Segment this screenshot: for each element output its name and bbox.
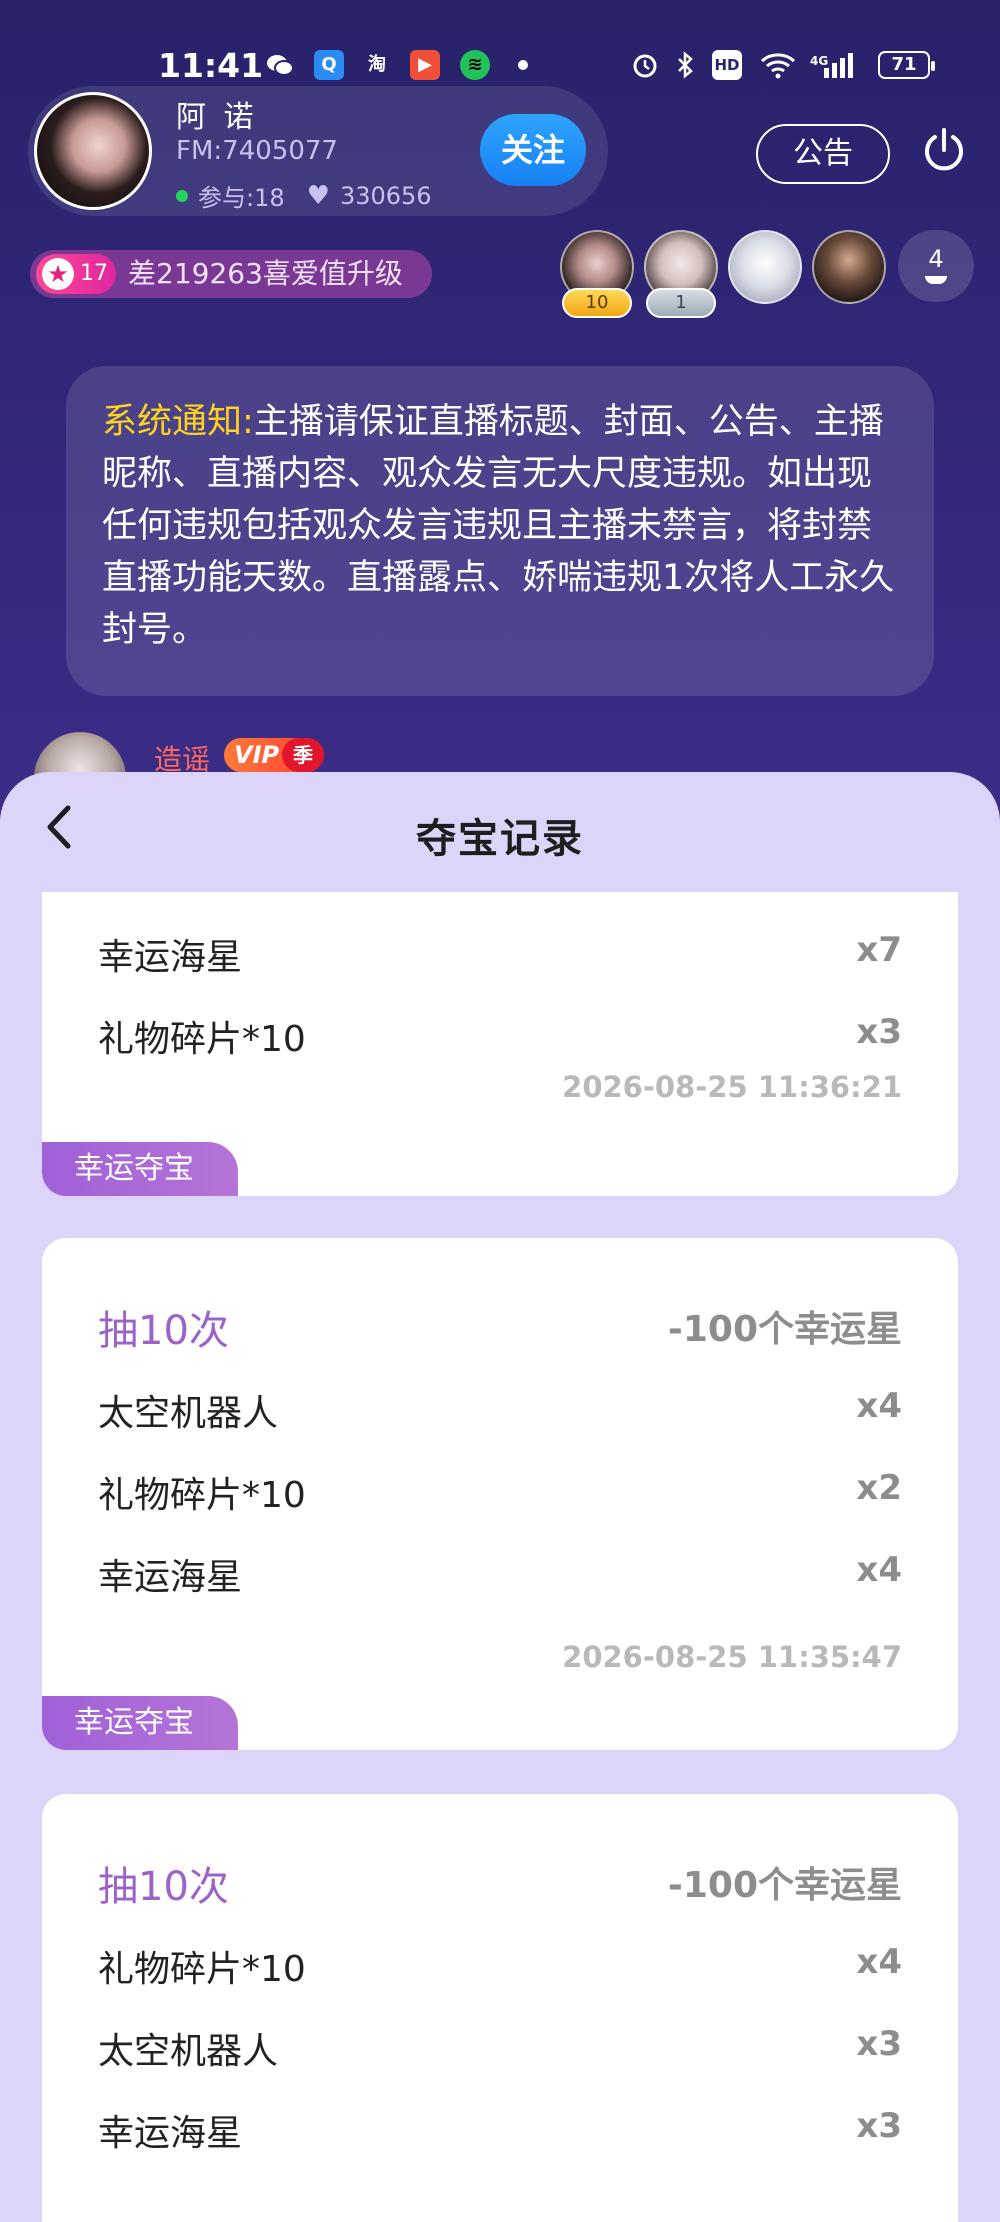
system-notice: 系统通知:主播请保证直播标题、封面、公告、主播昵称、直播内容、观众发言无大尺度违… (66, 366, 934, 696)
online-dot-icon (176, 189, 188, 202)
item-quantity: x3 (856, 2024, 902, 2064)
wechat-icon (265, 50, 295, 80)
record-item: 礼物碎片*10 x3 (98, 1010, 902, 1060)
power-icon[interactable] (920, 126, 968, 174)
record-list[interactable]: 幸运海星 x7 礼物碎片*10 x3 2026-08-25 11:36:21 幸… (0, 892, 1000, 2222)
item-quantity: x4 (856, 1942, 902, 1982)
item-name: 礼物碎片*10 (98, 1949, 306, 1990)
record-item: 幸运海星 x3 (98, 2104, 902, 2154)
level-number: 17 (80, 261, 108, 286)
item-name: 太空机器人 (98, 2031, 279, 2072)
announcement-button[interactable]: 公告 (756, 124, 890, 184)
record-item: 太空机器人 x3 (98, 2022, 902, 2072)
item-name: 幸运海星 (98, 937, 243, 978)
record-item: 礼物碎片*10 x2 (98, 1466, 902, 1516)
audience-avatar[interactable] (812, 230, 886, 304)
vip-season-label: 季 (282, 738, 324, 772)
record-card: 抽10次 -100个幸运星 太空机器人 x4 礼物碎片*10 x2 幸运海星 x… (42, 1238, 958, 1750)
participant-count: 参与:18 (198, 184, 285, 212)
battery-icon: 71 (878, 51, 935, 79)
record-type-tag: 幸运夺宝 (42, 1696, 238, 1750)
item-quantity: x4 (856, 1550, 902, 1590)
draw-cost: -100个幸运星 (667, 1309, 902, 1350)
audience-count: 4 (928, 245, 944, 273)
record-item: 礼物碎片*10 x4 (98, 1940, 902, 1990)
system-notice-label: 系统通知: (102, 402, 254, 442)
star-icon: ★ (42, 258, 74, 290)
audience-rank-badge: 10 (562, 288, 632, 318)
record-header: 抽10次 -100个幸运星 (98, 1854, 902, 1910)
host-name: 阿 诺 (176, 100, 258, 135)
item-quantity: x3 (856, 2106, 902, 2146)
draw-count-label: 抽10次 (98, 1308, 229, 1354)
item-quantity: x2 (856, 1468, 902, 1508)
draw-count-label: 抽10次 (98, 1864, 229, 1910)
draw-cost: -100个幸运星 (667, 1865, 902, 1906)
alarm-icon (630, 50, 660, 80)
vip-badge: VIP 季 (224, 738, 324, 772)
level-upgrade-text: 差219263喜爱值升级 (128, 257, 403, 290)
host-stats: 参与:18 ♥ 330656 (176, 178, 432, 213)
host-fm-id: FM:7405077 (176, 136, 338, 166)
item-name: 幸运海星 (98, 2113, 243, 2154)
host-avatar[interactable] (34, 92, 152, 210)
record-header: 抽10次 -100个幸运星 (98, 1298, 902, 1354)
record-type-tag: 幸运夺宝 (42, 1142, 238, 1196)
record-timestamp: 2026-08-25 11:36:21 (562, 1070, 902, 1104)
record-item: 幸运海星 x4 (98, 1548, 902, 1598)
record-item: 太空机器人 x4 (98, 1384, 902, 1434)
bluetooth-icon (670, 50, 700, 80)
treasure-record-sheet: 夺宝记录 幸运海星 x7 礼物碎片*10 x3 2026-08-25 11:36… (0, 772, 1000, 2222)
record-timestamp: 2026-08-25 11:35:47 (562, 1640, 902, 1674)
wifi-icon (758, 50, 798, 80)
video-app-icon: ▶ (410, 50, 440, 80)
signal-icon: 4G (810, 50, 856, 80)
item-quantity: x3 (856, 1012, 902, 1052)
item-name: 太空机器人 (98, 1393, 279, 1434)
record-item: 幸运海星 x7 (98, 928, 902, 978)
audience-rank-badge: 1 (646, 288, 716, 318)
hd-icon: HD (712, 50, 742, 80)
item-quantity: x4 (856, 1386, 902, 1426)
sheet-title: 夺宝记录 (416, 816, 584, 862)
music-app-icon: ≋ (460, 50, 490, 80)
audience-avatar[interactable] (728, 230, 802, 304)
item-name: 幸运海星 (98, 1557, 243, 1598)
chevron-down-icon (925, 276, 947, 284)
status-time: 11:41 (158, 46, 264, 85)
audience-count-button[interactable]: 4 (898, 230, 974, 302)
search-app-icon: Q (314, 50, 344, 80)
item-quantity: x7 (856, 930, 902, 970)
heart-icon: ♥ (306, 180, 330, 211)
taobao-icon: 淘 (368, 54, 386, 75)
record-card: 幸运海星 x7 礼物碎片*10 x3 2026-08-25 11:36:21 幸… (42, 892, 958, 1196)
item-name: 礼物碎片*10 (98, 1475, 306, 1516)
follow-button[interactable]: 关注 (480, 114, 586, 186)
item-name: 礼物碎片*10 (98, 1019, 306, 1060)
record-card: 抽10次 -100个幸运星 礼物碎片*10 x4 太空机器人 x3 幸运海星 x… (42, 1794, 958, 2222)
notification-dot (518, 60, 528, 70)
vip-label: VIP (234, 741, 280, 769)
like-count: 330656 (339, 181, 432, 210)
